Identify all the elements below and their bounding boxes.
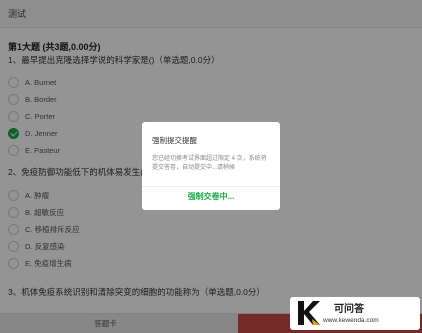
dialog-title: 强制提交提醒	[152, 136, 197, 145]
watermark-name: 可问答	[334, 304, 364, 315]
watermark-url: www.kewenda.com	[323, 317, 379, 324]
force-submit-dialog: 强制提交提醒 您已经切换考试界面超过限定 4 次，系统将提交答卷，自动提交中..…	[142, 122, 280, 210]
dialog-message: 您已经切换考试界面超过限定 4 次，系统将提交答卷，自动提交中...请稍候	[152, 156, 267, 171]
site-watermark: 可问答 www.kewenda.com	[290, 297, 420, 330]
watermark-logo-icon	[298, 301, 320, 325]
dialog-divider	[142, 186, 280, 187]
force-submitting-status: 强制交卷中...	[187, 192, 235, 201]
